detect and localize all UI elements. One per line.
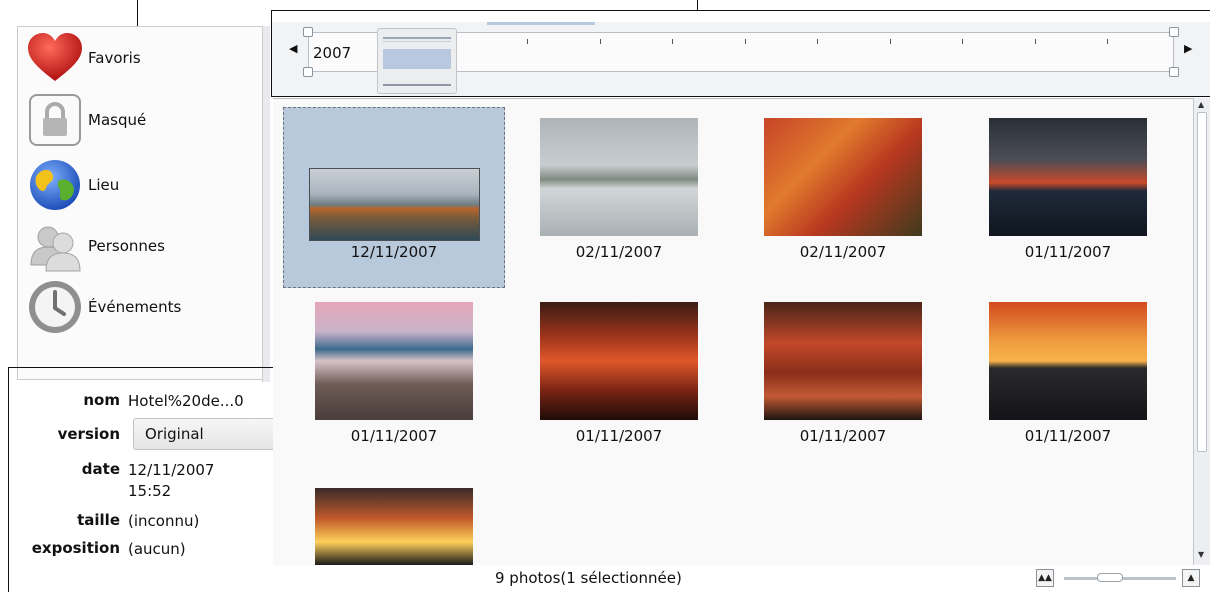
property-size-row: taille (inconnu) [0, 511, 199, 532]
category-masque[interactable]: Masqué [26, 91, 146, 149]
property-value: 12/11/2007 15:52 [128, 460, 214, 502]
date-line: 12/11/2007 [128, 461, 215, 479]
zoom-out-button[interactable]: ▲▲ [1036, 569, 1054, 587]
category-personnes[interactable]: Personnes [26, 217, 165, 275]
category-label: Favoris [88, 49, 141, 67]
photo-thumbnail-2[interactable] [540, 118, 698, 236]
property-version-row: version [0, 425, 128, 443]
category-label: Événements [88, 298, 182, 316]
timeline-callout-box [271, 10, 1210, 97]
photo-thumbnail-1[interactable] [309, 168, 480, 241]
property-key: taille [77, 511, 120, 529]
photo-thumbnail-4[interactable] [989, 118, 1147, 236]
photo-grid-scrollbar[interactable]: ▲ ▼ [1193, 98, 1210, 565]
photo-date: 02/11/2007 [799, 243, 887, 261]
heart-icon [26, 29, 84, 87]
property-name-row: nom Hotel%20de...0 [0, 391, 244, 412]
scroll-up-icon[interactable]: ▲ [1198, 100, 1204, 109]
photo-date: 01/11/2007 [350, 427, 438, 445]
category-label: Lieu [88, 176, 120, 194]
photo-date: 01/11/2007 [575, 427, 663, 445]
version-select[interactable]: Original [133, 418, 273, 450]
photo-date: 02/11/2007 [575, 243, 663, 261]
property-key: exposition [31, 539, 120, 557]
photo-date: 01/11/2007 [1024, 243, 1112, 261]
status-text: 9 photos(1 sélectionnée) [495, 569, 682, 587]
zoom-slider-knob[interactable] [1097, 573, 1123, 582]
photo-date: 12/11/2007 [350, 243, 438, 261]
globe-icon [26, 156, 84, 214]
photo-thumbnail-5[interactable] [315, 302, 473, 420]
category-label: Personnes [88, 237, 165, 255]
lock-icon [26, 91, 84, 149]
property-key: version [57, 425, 120, 443]
clock-icon [26, 278, 84, 336]
property-key: nom [83, 391, 120, 409]
zoom-in-button[interactable]: ▲ [1182, 569, 1200, 587]
property-value: (inconnu) [128, 512, 200, 530]
scroll-down-icon[interactable]: ▼ [1198, 550, 1204, 559]
photo-thumbnail-8[interactable] [989, 302, 1147, 420]
scrollbar-thumb[interactable] [1197, 112, 1207, 452]
property-key: date [81, 460, 120, 478]
photo-date: 01/11/2007 [799, 427, 887, 445]
category-evenements[interactable]: Événements [26, 278, 181, 336]
category-label: Masqué [88, 111, 147, 129]
photo-thumbnail-9[interactable] [315, 488, 473, 565]
photo-thumbnail-3[interactable] [764, 118, 922, 236]
people-icon [26, 217, 84, 275]
callout-line-bottom [8, 567, 9, 592]
property-value: (aucun) [128, 540, 186, 558]
category-favoris[interactable]: Favoris [26, 29, 141, 87]
category-lieu[interactable]: Lieu [26, 156, 119, 214]
category-panel-scrollbar[interactable] [262, 26, 270, 382]
property-value: Hotel%20de...0 [128, 392, 244, 410]
property-exposure-row: exposition (aucun) [0, 539, 186, 560]
property-date-row: date 12/11/2007 15:52 [0, 460, 215, 502]
photo-thumbnail-6[interactable] [540, 302, 698, 420]
photo-date: 01/11/2007 [1024, 427, 1112, 445]
callout-line-left [137, 0, 138, 26]
time-line: 15:52 [128, 482, 172, 500]
photo-thumbnail-7[interactable] [764, 302, 922, 420]
